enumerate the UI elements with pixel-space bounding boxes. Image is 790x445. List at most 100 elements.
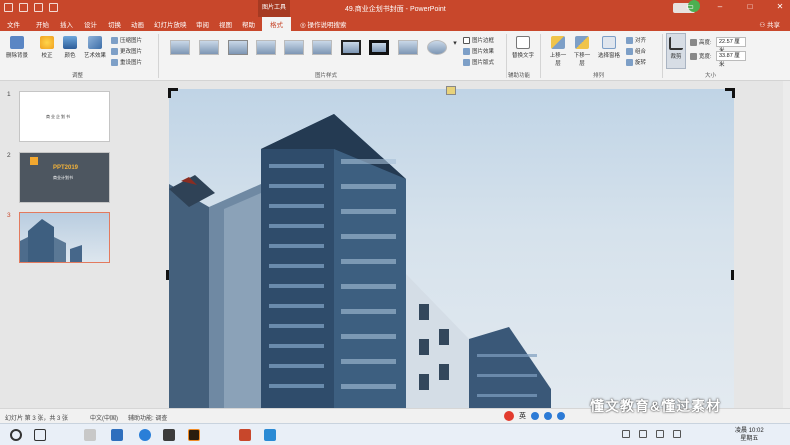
task-view-icon[interactable] [34, 429, 46, 441]
styles-gallery-more-icon[interactable]: ▾ [451, 39, 459, 47]
tab-insert[interactable]: 插入 [60, 19, 73, 29]
volume-icon[interactable] [639, 430, 647, 438]
share-button[interactable]: ⚇ 共享 [759, 19, 780, 29]
tab-file[interactable]: 文件 [7, 19, 20, 29]
group-button[interactable]: 组合 [626, 47, 646, 55]
browser-icon[interactable] [139, 429, 151, 441]
corrections-button[interactable]: 校正 [37, 36, 57, 59]
slide-counter: 幻灯片 第 3 张，共 3 张 [5, 416, 69, 422]
alt-text-button[interactable]: 替换文字 [512, 36, 534, 59]
width-label: 宽度: [690, 52, 712, 60]
compress-pictures-button[interactable]: 压缩图片 [111, 36, 142, 44]
crop-button[interactable]: 裁剪 [666, 33, 686, 69]
redo-icon[interactable] [34, 3, 43, 12]
sogou-icon[interactable] [504, 410, 514, 421]
save-icon[interactable] [4, 3, 13, 12]
slide-thumbnail-3[interactable] [19, 212, 110, 263]
start-icon[interactable] [10, 429, 22, 441]
picture-style-1[interactable] [170, 40, 190, 55]
picture-style-8[interactable] [369, 40, 389, 55]
color-button[interactable]: 颜色 [60, 36, 80, 59]
picture-style-6[interactable] [312, 40, 332, 55]
maximize-icon[interactable]: □ [744, 2, 756, 11]
notification-icon[interactable] [673, 430, 681, 438]
selection-pane-button[interactable]: 选择窗格 [597, 36, 621, 59]
rotate-handle-icon[interactable] [446, 86, 456, 95]
rotate-button[interactable]: 旋转 [626, 58, 646, 66]
edge-icon[interactable] [111, 429, 123, 441]
tab-format[interactable]: 格式 [262, 17, 291, 31]
picture-effects-button[interactable]: 图片效果 [463, 47, 494, 55]
send-backward-button[interactable]: 下移一层 [572, 36, 592, 67]
tab-slideshow[interactable]: 幻灯片放映 [154, 19, 187, 29]
picture-layout-button[interactable]: 图片版式 [463, 58, 494, 66]
illustrator-icon[interactable] [188, 429, 200, 441]
color-icon [63, 36, 77, 49]
reset-picture-button[interactable]: 重设图片 [111, 58, 142, 66]
slide-picture[interactable] [169, 89, 734, 409]
crop-handle-right[interactable] [731, 270, 734, 280]
app-icon[interactable] [84, 429, 96, 441]
vertical-scrollbar[interactable] [783, 81, 790, 408]
align-button[interactable]: 对齐 [626, 36, 646, 44]
tab-transitions[interactable]: 切换 [108, 19, 121, 29]
rotate-icon [626, 58, 633, 66]
start-slideshow-icon[interactable] [49, 3, 58, 12]
tab-help[interactable]: 帮助 [242, 19, 255, 29]
keyboard-icon[interactable] [557, 411, 565, 420]
picture-style-2[interactable] [199, 40, 219, 55]
crop-handle-top-left[interactable] [168, 88, 178, 98]
alt-text-label: 替换文字 [512, 53, 535, 59]
microphone-icon[interactable] [544, 411, 552, 420]
corrections-label: 校正 [41, 53, 53, 59]
tab-view[interactable]: 视图 [219, 19, 232, 29]
change-picture-button[interactable]: 更改图片 [111, 47, 142, 55]
align-label: 对齐 [635, 38, 647, 44]
picture-style-4[interactable] [256, 40, 276, 55]
battery-icon[interactable] [656, 430, 664, 438]
punctuation-icon[interactable] [531, 411, 539, 420]
tab-animations[interactable]: 动画 [131, 19, 144, 29]
close-icon[interactable]: ✕ [774, 2, 786, 11]
picture-style-5[interactable] [284, 40, 304, 55]
undo-icon[interactable] [19, 3, 28, 12]
height-field[interactable]: 22.57 厘米 [716, 37, 746, 54]
lightbulb-icon: ◎ [300, 22, 306, 29]
accessibility-status[interactable]: 辅助功能: 调查 [128, 413, 167, 422]
clock[interactable]: 凌晨 10:02 星期五 [735, 427, 764, 443]
tell-me-search[interactable]: ◎ 操作说明搜索 [300, 19, 346, 29]
share-label: 共享 [767, 22, 780, 29]
slide-thumbnail-2[interactable]: PPT2019 商业计划书 [19, 152, 110, 203]
ribbon-display-icon[interactable]: ▭ [684, 2, 696, 11]
change-picture-icon [111, 47, 118, 55]
network-icon[interactable] [622, 430, 630, 438]
crop-handle-top-right[interactable] [725, 88, 735, 98]
picture-border-button[interactable]: 图片边框 [463, 36, 494, 44]
divider [158, 34, 159, 78]
tab-design[interactable]: 设计 [84, 19, 97, 29]
app-icon[interactable] [264, 429, 276, 441]
picture-style-3[interactable] [228, 40, 248, 55]
ime-mode[interactable]: 英 [519, 411, 526, 421]
picture-border-label: 图片边框 [472, 38, 495, 44]
app-icon[interactable] [163, 429, 175, 441]
rotate-label: 旋转 [635, 60, 647, 66]
picture-style-9[interactable] [398, 40, 418, 55]
crop-handle-left[interactable] [166, 270, 169, 280]
tab-home[interactable]: 开始 [36, 19, 49, 29]
language-indicator[interactable]: 中文(中国) [90, 413, 118, 422]
width-field[interactable]: 33.87 厘米 [716, 51, 746, 68]
color-label: 颜色 [64, 53, 76, 59]
powerpoint-icon[interactable] [239, 429, 251, 441]
watermark: 懂文教育&懂过素材 [590, 398, 722, 414]
remove-background-button[interactable]: 删除背景 [5, 36, 29, 59]
picture-style-10[interactable] [427, 40, 447, 55]
artistic-effects-button[interactable]: 艺术效果 [82, 36, 108, 59]
bring-forward-button[interactable]: 上移一层 [548, 36, 568, 67]
slide-thumbnail-1[interactable]: 商业企划书 [19, 91, 110, 142]
minimize-icon[interactable]: – [714, 2, 726, 11]
picture-style-7[interactable] [341, 40, 361, 55]
picture-effects-icon [463, 47, 470, 55]
tab-review[interactable]: 审阅 [196, 19, 209, 29]
clock-day: 星期五 [740, 436, 759, 442]
